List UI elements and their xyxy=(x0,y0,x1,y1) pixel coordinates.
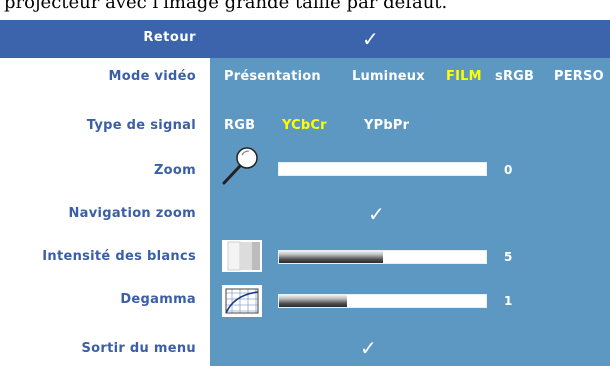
zoom-label: Zoom xyxy=(153,163,196,178)
zoom-navigation-check-icon[interactable]: ✓ xyxy=(368,204,385,224)
video-mode-option-srgb[interactable]: sRGB xyxy=(495,69,534,84)
video-mode-option-film[interactable]: FILM xyxy=(446,69,482,84)
white-intensity-label: Intensité des blancs xyxy=(42,249,196,264)
video-mode-option-perso[interactable]: PERSO xyxy=(554,69,604,84)
signal-option-rgb[interactable]: RGB xyxy=(224,118,255,133)
signal-option-ypbpr[interactable]: YPbPr xyxy=(364,118,409,133)
signal-type-label: Type de signal xyxy=(86,118,196,133)
video-mode-option-lumineux[interactable]: Lumineux xyxy=(352,69,425,84)
video-mode-option-presentation[interactable]: Présentation xyxy=(224,69,321,84)
back-check-icon[interactable]: ✓ xyxy=(362,29,379,49)
white-intensity-slider-fill xyxy=(279,251,383,263)
zoom-slider[interactable] xyxy=(278,162,487,176)
video-mode-label: Mode vidéo xyxy=(108,69,196,84)
column-divider xyxy=(204,58,210,366)
degamma-curve-icon xyxy=(222,285,262,317)
white-intensity-slider[interactable] xyxy=(278,250,487,264)
degamma-slider-fill xyxy=(279,295,348,307)
menu-header-retour[interactable]: Retour ✓ xyxy=(0,20,610,58)
magnifier-icon xyxy=(222,147,258,185)
document-text-strip: projecteur avec l'image grande taille pa… xyxy=(0,0,610,20)
signal-option-ycbcr[interactable]: YCbCr xyxy=(282,118,327,133)
degamma-label: Degamma xyxy=(120,292,196,307)
white-intensity-icon xyxy=(222,240,262,272)
document-text: projecteur avec l'image grande taille pa… xyxy=(4,0,448,13)
white-intensity-value: 5 xyxy=(504,250,513,264)
degamma-slider[interactable] xyxy=(278,294,487,308)
back-label: Retour xyxy=(143,30,196,45)
exit-menu-label: Sortir du menu xyxy=(81,341,196,356)
exit-menu-check-icon[interactable]: ✓ xyxy=(360,338,377,358)
zoom-value: 0 xyxy=(504,163,513,177)
degamma-value: 1 xyxy=(504,294,513,308)
zoom-navigation-label: Navigation zoom xyxy=(68,206,196,221)
